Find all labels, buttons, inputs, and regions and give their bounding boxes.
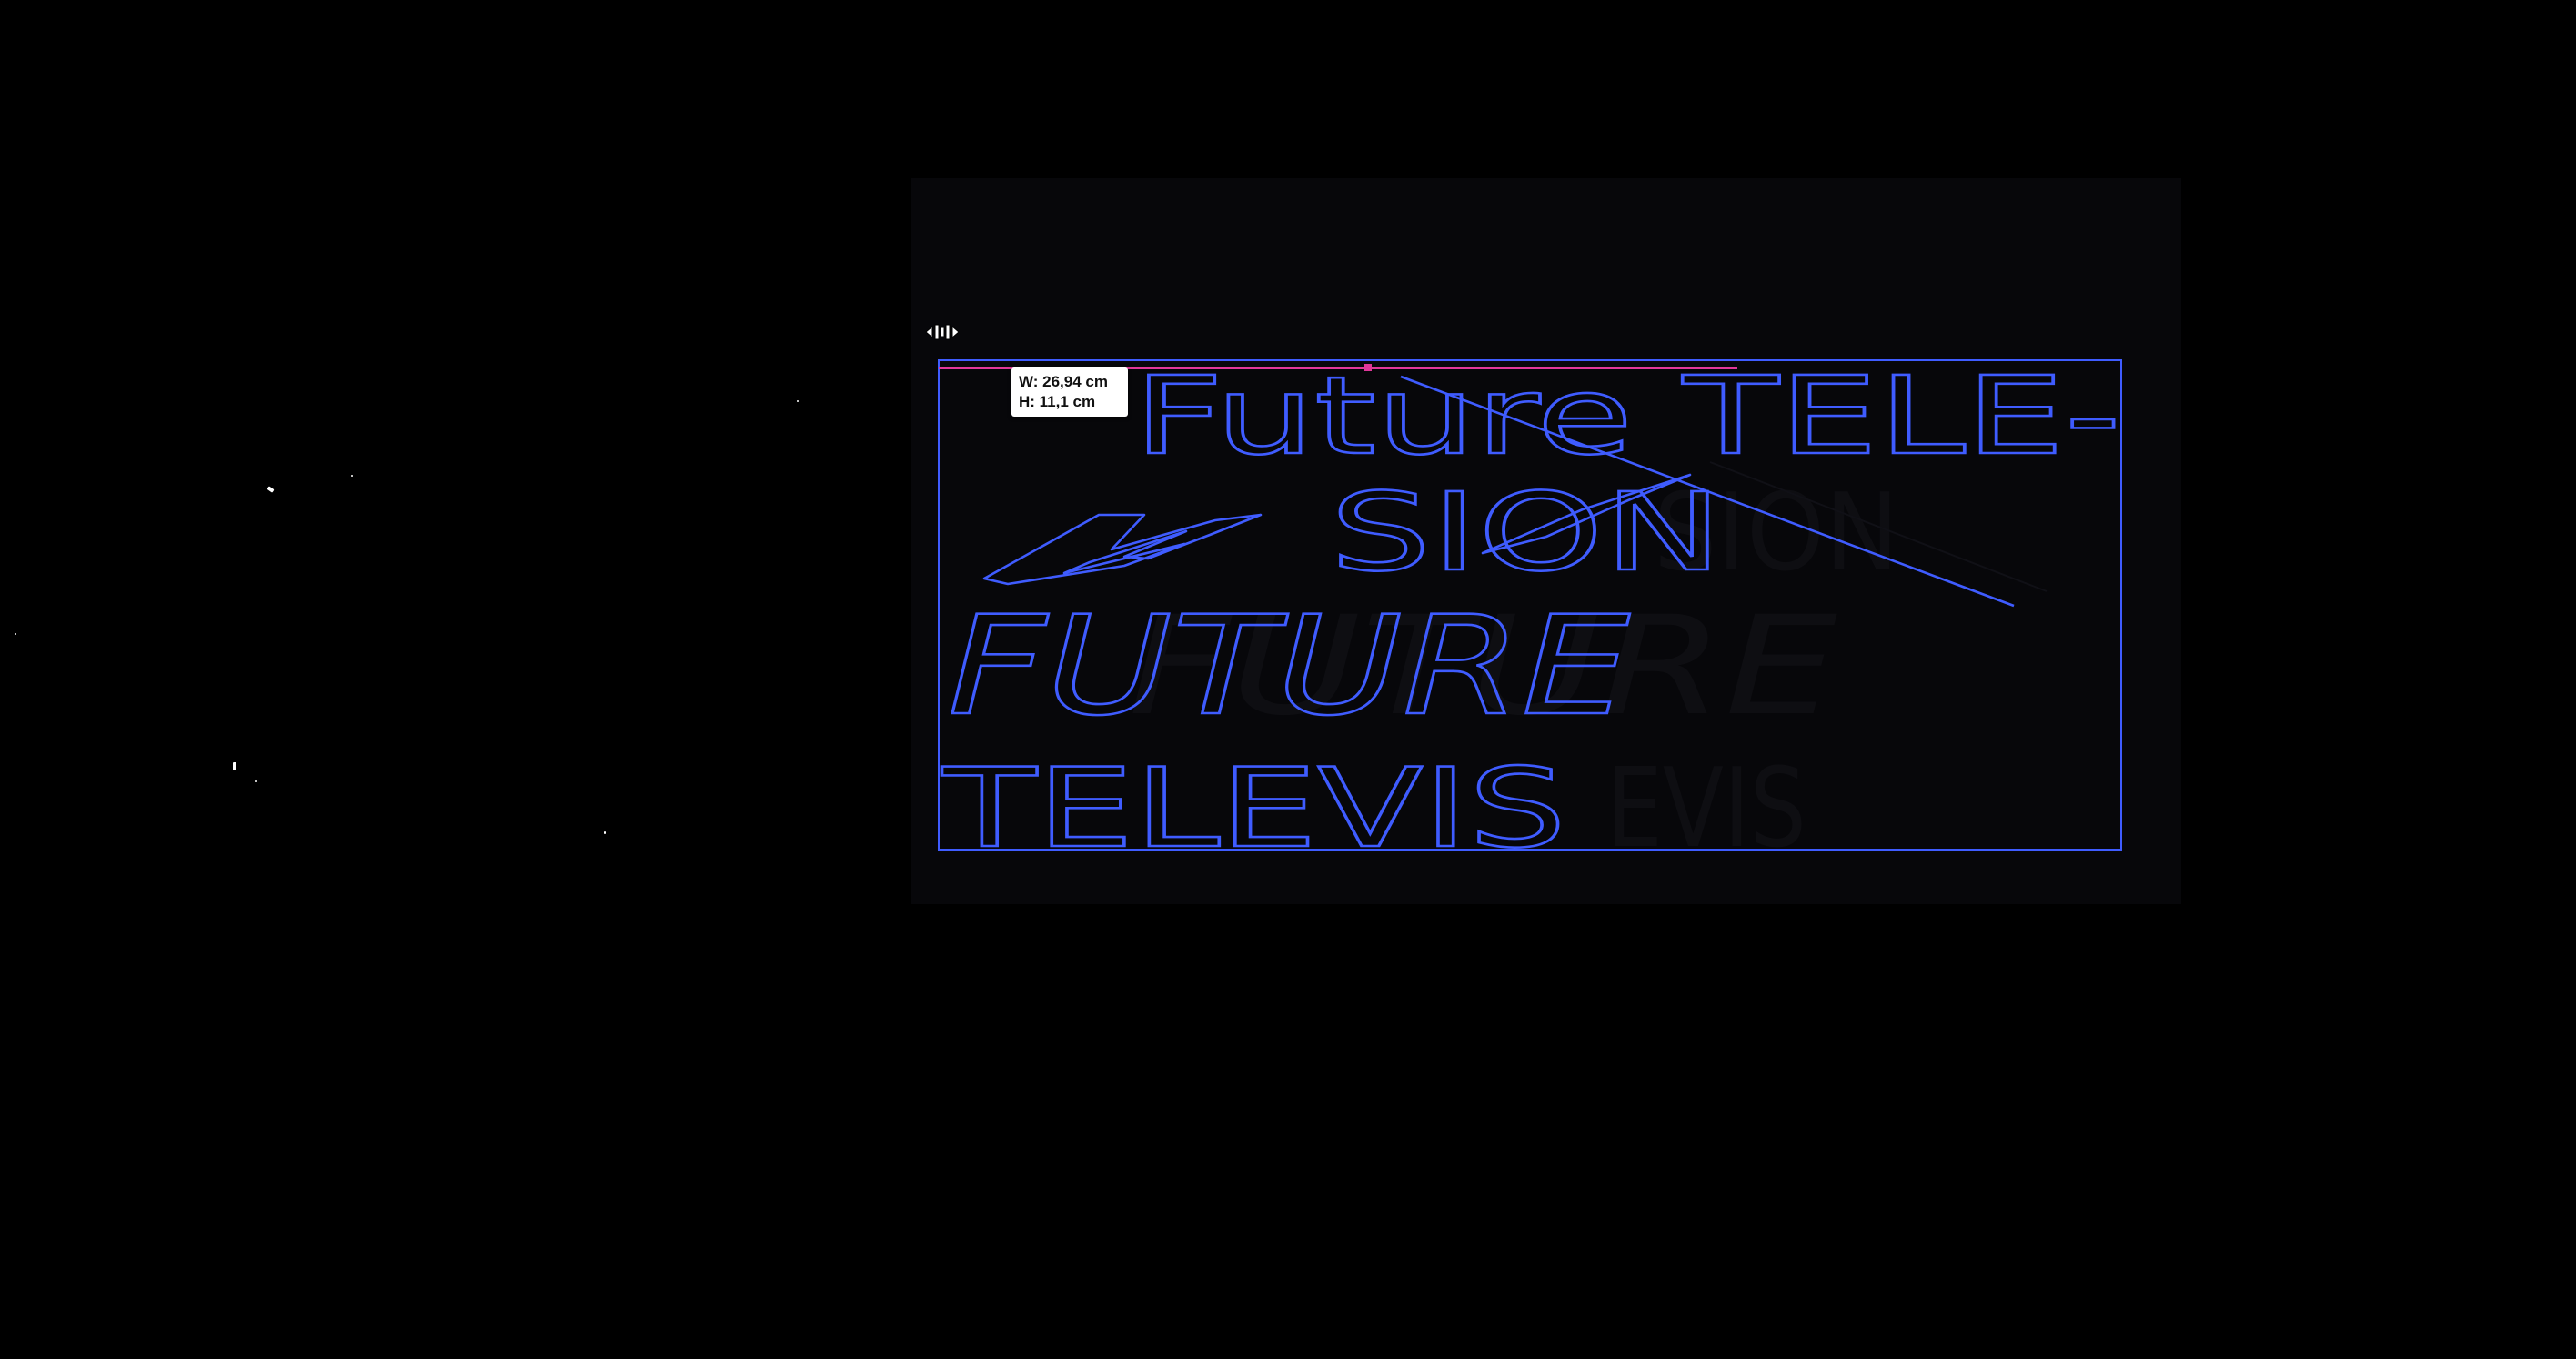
artwork-text-line4[interactable]: TELEVIS <box>940 745 1567 874</box>
artwork-text-line2[interactable]: SION <box>1329 468 1725 597</box>
artwork-layer[interactable]: SION FUTURE EVIS Future TELE- SION FUTUR… <box>0 0 2576 1359</box>
guide-anchor-point[interactable] <box>1364 364 1372 371</box>
dimensions-tooltip: W: 26,94 cm H: 11,1 cm <box>1011 367 1128 417</box>
distribute-spacing-cursor-icon <box>924 322 961 342</box>
tooltip-height: H: 11,1 cm <box>1019 393 1096 410</box>
brush-stroke-left[interactable] <box>982 513 1263 586</box>
canvas-workspace[interactable]: SION FUTURE EVIS Future TELE- SION FUTUR… <box>0 0 2576 1359</box>
artwork-text-line3[interactable]: FUTURE <box>947 587 1632 748</box>
artwork-text-line1[interactable]: Future TELE- <box>1132 352 2123 480</box>
ghost-text-line4: EVIS <box>1606 746 1806 872</box>
tooltip-width: W: 26,94 cm <box>1019 373 1108 390</box>
